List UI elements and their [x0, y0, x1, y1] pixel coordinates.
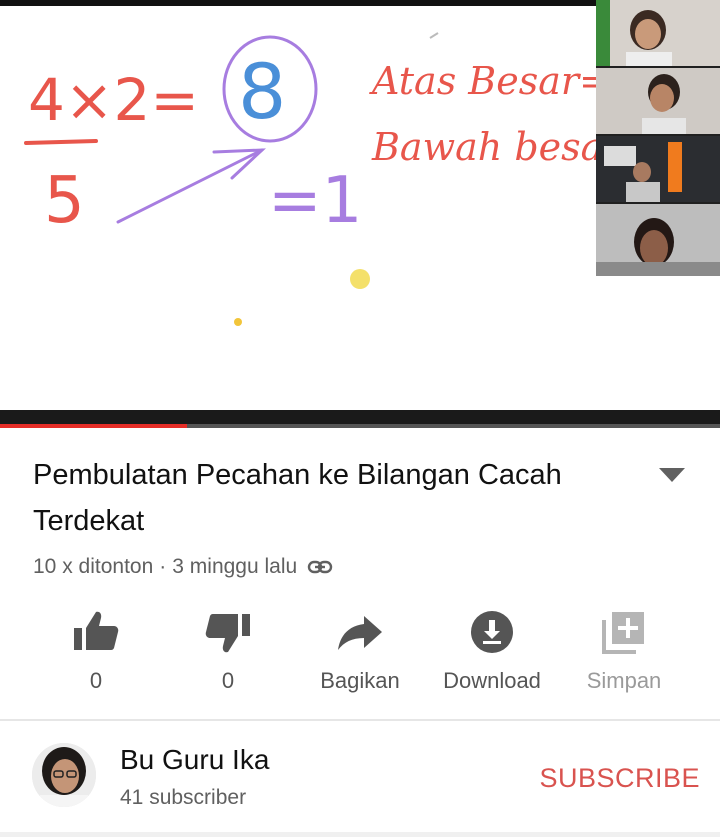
add-to-playlist-icon — [602, 612, 644, 654]
video-title: Pembulatan Pecahan ke Bilangan Cacah Ter… — [33, 459, 562, 537]
like-count: 0 — [89, 668, 103, 693]
stray-mark — [429, 32, 439, 39]
share-button[interactable]: Bagikan — [294, 604, 426, 708]
participant-avatar-3 — [596, 136, 720, 202]
like-button[interactable]: 0 — [30, 604, 162, 708]
whiteboard-equation: 4×2= — [28, 66, 199, 134]
whiteboard-note-1: Atas Besar= — [369, 59, 611, 103]
channel-avatar[interactable] — [32, 743, 96, 807]
participant-video-1[interactable] — [596, 0, 720, 66]
download-icon — [471, 611, 513, 653]
action-bar: 0 0 Bagikan Download Simpan — [0, 604, 720, 708]
channel-name[interactable]: Bu Guru Ika — [120, 744, 269, 776]
video-meta: 10 x ditonton · 3 minggu lalu — [33, 555, 333, 579]
avatar-image — [32, 743, 96, 807]
save-label: Simpan — [586, 668, 662, 693]
expand-description-icon[interactable] — [655, 462, 689, 486]
share-label: Bagikan — [320, 668, 400, 693]
whiteboard-equals-one: =1 — [268, 164, 362, 238]
whiteboard-denominator: 5 — [44, 164, 85, 238]
view-count: 10 x ditonton — [33, 555, 154, 578]
video-progress-played — [0, 424, 188, 428]
participant-thumbnails — [596, 0, 720, 276]
participant-video-4[interactable] — [596, 204, 720, 276]
participant-avatar-4 — [596, 218, 720, 276]
upload-age: 3 minggu lalu — [172, 555, 298, 578]
subscribe-button[interactable]: SUBSCRIBE — [510, 758, 700, 798]
participant-video-2[interactable] — [596, 68, 720, 134]
participant-avatar-2 — [642, 74, 686, 134]
thumbs-up-icon — [74, 611, 119, 650]
participant-video-3[interactable] — [596, 136, 720, 202]
thumbs-down-icon — [205, 614, 250, 653]
save-button[interactable]: Simpan — [558, 604, 690, 708]
dislike-button[interactable]: 0 — [162, 604, 294, 708]
subscriber-count: 41 subscriber — [120, 786, 247, 809]
bottom-edge — [0, 832, 720, 837]
whiteboard-answer: 8 — [238, 47, 286, 136]
download-label: Download — [443, 668, 541, 693]
dislike-count: 0 — [221, 668, 235, 693]
video-player[interactable]: 4×2= 5 8 =1 Atas Besar= Bawah besar= — [0, 0, 720, 428]
participant-avatar-1 — [596, 0, 672, 66]
pen-dot — [234, 318, 242, 326]
meta-separator: · — [159, 555, 167, 578]
link-icon[interactable] — [307, 557, 333, 577]
download-button[interactable]: Download — [426, 604, 558, 708]
fraction-bar — [24, 139, 98, 145]
arrow-line — [116, 148, 264, 224]
divider — [0, 719, 720, 721]
share-icon — [338, 616, 382, 650]
cursor-dot — [350, 269, 370, 289]
